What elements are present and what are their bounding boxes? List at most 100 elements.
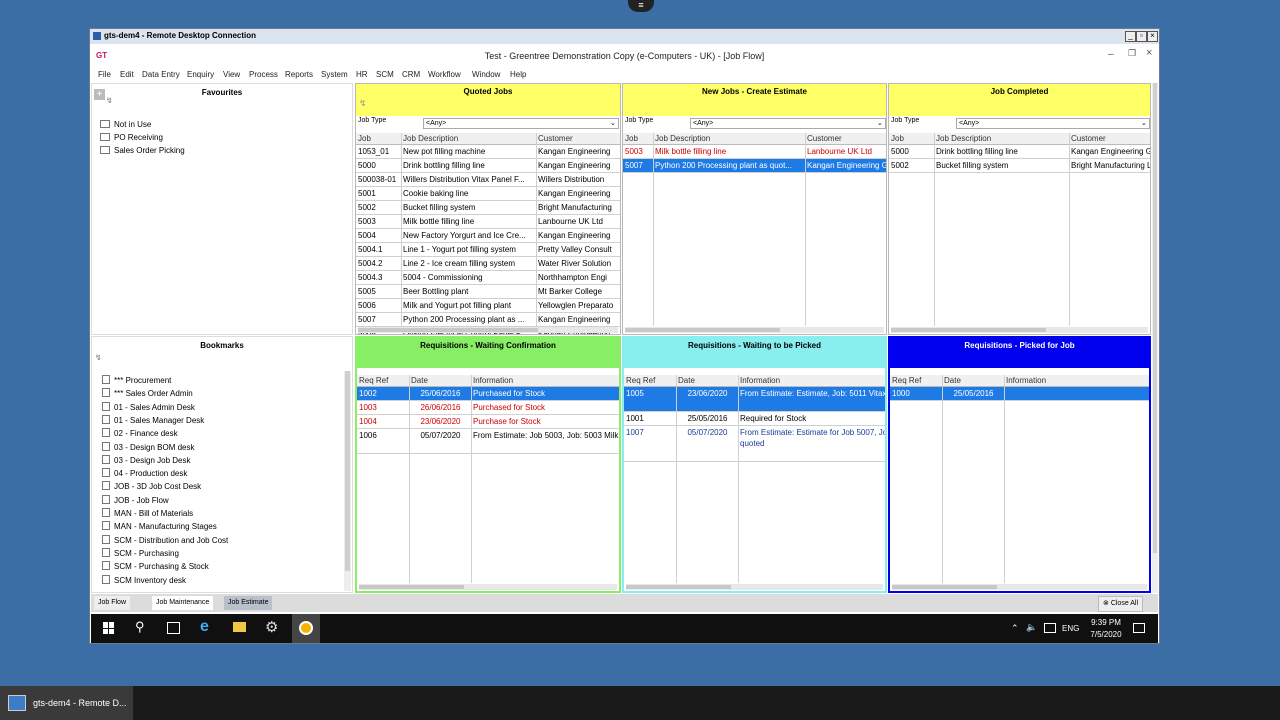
volume-icon[interactable]: 🔈 bbox=[1026, 622, 1037, 633]
close-all-button[interactable]: ⊗ Close All bbox=[1098, 596, 1144, 612]
column-header[interactable]: Job bbox=[625, 134, 638, 143]
table-row[interactable]: 5000 Drink bottling filling line Kangan En… bbox=[356, 159, 620, 173]
settings-gear-icon[interactable]: ⚙ bbox=[265, 618, 278, 636]
table-row[interactable]: 1005 23/06/2020 From Estimate: Estimate, J… bbox=[624, 387, 885, 412]
table-row[interactable]: 5004 New Factory Yorgurt and Ice Cre... Ka… bbox=[356, 229, 620, 243]
rdp-close-button[interactable]: × bbox=[1147, 31, 1158, 42]
bookmark-item[interactable]: 01 - Sales Admin Desk bbox=[102, 401, 195, 412]
table-row[interactable]: 5004.1 Line 1 - Yogurt pot filling system… bbox=[356, 243, 620, 257]
scroll-thumb[interactable] bbox=[625, 328, 780, 332]
table-row[interactable]: 1053_01 New pot filling machine Kangan Eng… bbox=[356, 145, 620, 159]
menu-data-entry[interactable]: Data Entry bbox=[142, 70, 180, 79]
job-type-select[interactable]: <Any> bbox=[690, 118, 886, 129]
tab-job-flow[interactable]: Job Flow bbox=[94, 596, 131, 610]
table-row[interactable]: 5002 Bucket filling system Bright Manufact… bbox=[889, 159, 1150, 173]
menu-reports[interactable]: Reports bbox=[285, 70, 313, 79]
taskbar-item-rdp[interactable]: gts-dem4 - Remote D... bbox=[0, 686, 133, 720]
column-header[interactable]: Information bbox=[740, 376, 780, 385]
table-row[interactable]: 5002 Bucket filling system Bright Manufact… bbox=[356, 201, 620, 215]
column-header[interactable]: Job Description bbox=[403, 134, 458, 143]
tree-item[interactable]: PO Receiving bbox=[100, 133, 163, 142]
app-restore-button[interactable]: ❐ bbox=[1128, 48, 1136, 59]
horizontal-scrollbar[interactable] bbox=[625, 327, 884, 333]
bookmark-item[interactable]: SCM - Purchasing bbox=[102, 547, 179, 558]
network-icon[interactable] bbox=[1044, 623, 1056, 633]
bookmark-item[interactable]: SCM - Purchasing & Stock bbox=[102, 561, 209, 571]
bookmark-item[interactable]: 03 - Design BOM desk bbox=[102, 441, 194, 452]
menu-help[interactable]: Help bbox=[510, 70, 526, 79]
menu-hr[interactable]: HR bbox=[356, 70, 368, 79]
table-row[interactable]: 1004 23/06/2020 Purchase for Stock bbox=[357, 415, 619, 429]
menu-enquiry[interactable]: Enquiry bbox=[187, 70, 214, 79]
rdp-connection-bar[interactable]: ≡ bbox=[628, 0, 654, 12]
bookmark-item[interactable]: 04 - Production desk bbox=[102, 468, 187, 478]
menu-process[interactable]: Process bbox=[249, 70, 278, 79]
search-icon[interactable]: ⚲ bbox=[135, 619, 145, 635]
table-row[interactable]: 1001 25/05/2016 Required for Stock bbox=[624, 412, 885, 426]
scroll-thumb[interactable] bbox=[1153, 83, 1157, 553]
bookmark-item[interactable]: SCM - Distribution and Job Cost bbox=[102, 534, 228, 545]
column-header[interactable]: Req Ref bbox=[359, 376, 388, 385]
app-close-button[interactable]: × bbox=[1146, 47, 1152, 59]
refresh-icon[interactable]: ↯ bbox=[359, 98, 367, 109]
rdp-minimize-button[interactable]: _ bbox=[1125, 31, 1136, 42]
column-header[interactable]: Customer bbox=[1071, 134, 1106, 143]
column-header[interactable]: Req Ref bbox=[892, 376, 921, 385]
column-header[interactable]: Date bbox=[944, 376, 961, 385]
tray-chevron-up-icon[interactable]: ⌃ bbox=[1011, 623, 1019, 634]
menu-window[interactable]: Window bbox=[472, 70, 500, 79]
column-header[interactable]: Information bbox=[473, 376, 513, 385]
table-row[interactable]: 5004.3 5004 - Commissioning Northhampton E… bbox=[356, 271, 620, 285]
scroll-thumb[interactable] bbox=[359, 585, 464, 589]
scroll-thumb[interactable] bbox=[626, 585, 731, 589]
app-minimize-button[interactable]: – bbox=[1108, 49, 1114, 60]
job-type-select[interactable]: <Any> bbox=[956, 118, 1150, 129]
bookmark-item[interactable]: *** Sales Order Admin bbox=[102, 388, 193, 398]
table-row[interactable]: 5005 Beer Bottling plant Mt Barker College bbox=[356, 285, 620, 299]
menu-scm[interactable]: SCM bbox=[376, 70, 394, 79]
scroll-thumb[interactable] bbox=[358, 328, 538, 332]
column-header[interactable]: Date bbox=[411, 376, 428, 385]
table-row[interactable]: 500038-01 Willers Distribution Vitax Pane… bbox=[356, 173, 620, 187]
table-row[interactable]: 1007 05/07/2020 From Estimate: Estimate fo… bbox=[624, 426, 885, 462]
horizontal-scrollbar[interactable] bbox=[892, 584, 1147, 590]
bookmark-item[interactable]: 03 - Design Job Desk bbox=[102, 454, 190, 465]
rdp-restore-button[interactable]: ▫ bbox=[1136, 31, 1147, 42]
scroll-thumb[interactable] bbox=[892, 585, 997, 589]
menu-crm[interactable]: CRM bbox=[402, 70, 420, 79]
clock-time[interactable]: 9:39 PM bbox=[1089, 618, 1123, 627]
column-header[interactable]: Job bbox=[358, 134, 371, 143]
column-header[interactable]: Job bbox=[891, 134, 904, 143]
file-explorer-icon[interactable] bbox=[233, 622, 246, 632]
greentree-app-icon[interactable] bbox=[292, 614, 320, 643]
bookmark-item[interactable]: 01 - Sales Manager Desk bbox=[102, 414, 204, 425]
window-vertical-scrollbar[interactable] bbox=[1152, 83, 1158, 593]
scroll-thumb[interactable] bbox=[891, 328, 1046, 332]
bookmark-item[interactable]: MAN - Manufacturing Stages bbox=[102, 521, 217, 531]
horizontal-scrollbar[interactable] bbox=[891, 327, 1148, 333]
bookmark-item[interactable]: MAN - Bill of Materials bbox=[102, 508, 193, 518]
table-row[interactable]: 5001 Cookie baking line Kangan Engineering bbox=[356, 187, 620, 201]
column-header[interactable]: Customer bbox=[538, 134, 573, 143]
column-header[interactable]: Customer bbox=[807, 134, 842, 143]
task-view-icon[interactable] bbox=[167, 622, 180, 634]
table-row[interactable]: 5003 Milk bottle filling line Lanbourne UK… bbox=[623, 145, 886, 159]
clock-date[interactable]: 7/5/2020 bbox=[1089, 630, 1123, 639]
horizontal-scrollbar[interactable] bbox=[358, 327, 618, 333]
tab-job-maintenance[interactable]: Job Maintenance bbox=[152, 596, 214, 610]
job-type-select[interactable]: <Any> bbox=[423, 118, 619, 129]
menu-edit[interactable]: Edit bbox=[120, 70, 134, 79]
table-row[interactable]: 5006 Milk and Yogurt pot filling plant Yel… bbox=[356, 299, 620, 313]
tree-item[interactable]: Not in Use bbox=[100, 120, 151, 129]
menu-file[interactable]: File bbox=[98, 70, 111, 79]
table-row[interactable]: 1002 25/06/2016 Purchased for Stock bbox=[357, 387, 619, 401]
column-header[interactable]: Job Description bbox=[936, 134, 991, 143]
column-header[interactable]: Job Description bbox=[655, 134, 710, 143]
table-row[interactable]: 1006 05/07/2020 From Estimate: Job 5003, J… bbox=[357, 429, 619, 454]
internet-explorer-icon[interactable]: e bbox=[200, 618, 209, 636]
bookmark-item[interactable]: JOB - Job Flow bbox=[102, 494, 169, 505]
column-header[interactable]: Information bbox=[1006, 376, 1046, 385]
bookmark-item[interactable]: SCM Inventory desk bbox=[102, 574, 186, 585]
table-row[interactable]: 1000 25/05/2016 bbox=[890, 387, 1149, 401]
table-row[interactable]: 5004.2 Line 2 - Ice cream filling system W… bbox=[356, 257, 620, 271]
